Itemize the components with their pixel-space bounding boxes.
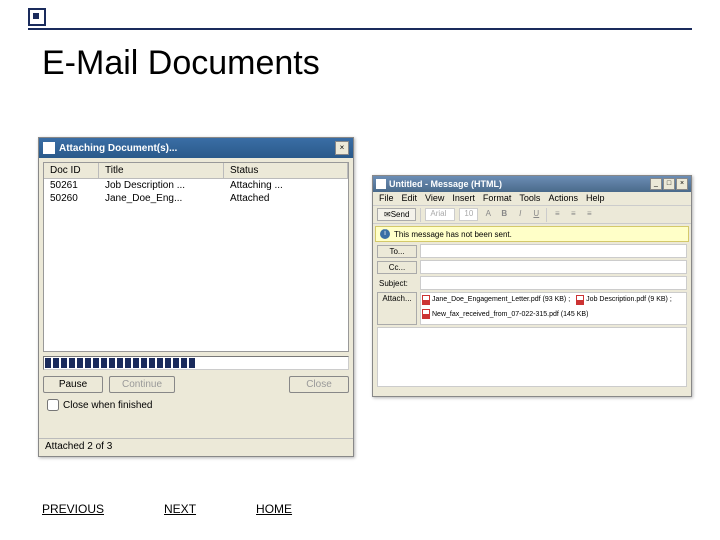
info-text: This message has not been sent. <box>394 230 512 239</box>
attachment-item[interactable]: New_fax_received_from_07-022-315.pdf (14… <box>422 309 588 320</box>
slide-bullet-icon <box>28 8 46 26</box>
cell-title: Job Description ... <box>99 179 224 192</box>
cell-status: Attached <box>224 192 348 205</box>
message-window: Untitled - Message (HTML) _ □ × File Edi… <box>372 175 692 397</box>
close-when-finished-label: Close when finished <box>63 400 153 411</box>
pdf-icon <box>576 295 584 305</box>
menubar: File Edit View Insert Format Tools Actio… <box>373 192 691 206</box>
cc-field[interactable] <box>420 260 687 274</box>
attachment-item[interactable]: Jane_Doe_Engagement_Letter.pdf (93 KB); <box>422 294 570 305</box>
align-center-icon[interactable]: ≡ <box>567 209 579 221</box>
message-body[interactable] <box>377 327 687 387</box>
close-when-finished-checkbox[interactable] <box>47 399 59 411</box>
mail-icon <box>376 179 386 189</box>
close-icon[interactable]: × <box>676 178 688 190</box>
dialog-titlebar[interactable]: Attaching Document(s)... × <box>39 138 353 158</box>
status-bar: Attached 2 of 3 <box>39 438 353 456</box>
pdf-icon <box>422 309 430 319</box>
cell-id: 50260 <box>44 192 99 205</box>
previous-link[interactable]: PREVIOUS <box>42 502 104 516</box>
menu-actions[interactable]: Actions <box>548 193 578 204</box>
dialog-title: Attaching Document(s)... <box>59 143 334 154</box>
table-row[interactable]: 50260 Jane_Doe_Eng... Attached <box>44 192 348 205</box>
align-right-icon[interactable]: ≡ <box>583 209 595 221</box>
info-bar: i This message has not been sent. <box>375 226 689 242</box>
menu-tools[interactable]: Tools <box>519 193 540 204</box>
subject-label: Subject: <box>377 278 417 289</box>
send-button[interactable]: ✉Send <box>377 208 416 221</box>
documents-table: Doc ID Title Status 50261 Job Descriptio… <box>43 162 349 352</box>
page-title: E-Mail Documents <box>42 44 320 83</box>
pdf-icon <box>422 295 430 305</box>
progress-fill <box>45 358 196 368</box>
font-combo[interactable]: Arial <box>425 208 455 221</box>
table-row[interactable]: 50261 Job Description ... Attaching ... <box>44 179 348 192</box>
to-button[interactable]: To... <box>377 245 417 258</box>
to-field[interactable] <box>420 244 687 258</box>
bold-icon[interactable]: B <box>498 209 510 221</box>
col-doc-id[interactable]: Doc ID <box>44 163 99 178</box>
close-button: Close <box>289 376 349 393</box>
attaching-documents-dialog: Attaching Document(s)... × Doc ID Title … <box>38 137 354 457</box>
next-link[interactable]: NEXT <box>164 502 196 516</box>
italic-icon[interactable]: I <box>514 209 526 221</box>
progress-bar <box>43 356 349 370</box>
font-color-icon[interactable]: A <box>482 209 494 221</box>
attachments-box: Jane_Doe_Engagement_Letter.pdf (93 KB); … <box>420 292 687 325</box>
continue-button: Continue <box>109 376 175 393</box>
pause-button[interactable]: Pause <box>43 376 103 393</box>
attach-button[interactable]: Attach... <box>377 292 417 325</box>
slide-divider <box>28 28 692 30</box>
menu-view[interactable]: View <box>425 193 444 204</box>
cell-title: Jane_Doe_Eng... <box>99 192 224 205</box>
cc-button[interactable]: Cc... <box>377 261 417 274</box>
menu-file[interactable]: File <box>379 193 394 204</box>
cell-id: 50261 <box>44 179 99 192</box>
col-title[interactable]: Title <box>99 163 224 178</box>
menu-format[interactable]: Format <box>483 193 512 204</box>
size-combo[interactable]: 10 <box>459 208 478 221</box>
col-status[interactable]: Status <box>224 163 348 178</box>
message-title: Untitled - Message (HTML) <box>389 179 649 189</box>
attachment-item[interactable]: Job Description.pdf (9 KB); <box>576 294 672 305</box>
menu-help[interactable]: Help <box>586 193 605 204</box>
nav-links: PREVIOUS NEXT HOME <box>42 502 292 516</box>
toolbar: ✉Send Arial 10 A B I U ≡ ≡ ≡ <box>373 206 691 224</box>
info-icon: i <box>380 229 390 239</box>
home-link[interactable]: HOME <box>256 502 292 516</box>
message-titlebar[interactable]: Untitled - Message (HTML) _ □ × <box>373 176 691 192</box>
table-header: Doc ID Title Status <box>44 163 348 179</box>
align-left-icon[interactable]: ≡ <box>551 209 563 221</box>
menu-edit[interactable]: Edit <box>402 193 418 204</box>
close-icon[interactable]: × <box>335 141 349 155</box>
subject-field[interactable] <box>420 276 687 290</box>
dialog-icon <box>43 142 55 154</box>
underline-icon[interactable]: U <box>530 209 542 221</box>
minimize-icon[interactable]: _ <box>650 178 662 190</box>
maximize-icon[interactable]: □ <box>663 178 675 190</box>
cell-status: Attaching ... <box>224 179 348 192</box>
menu-insert[interactable]: Insert <box>452 193 475 204</box>
